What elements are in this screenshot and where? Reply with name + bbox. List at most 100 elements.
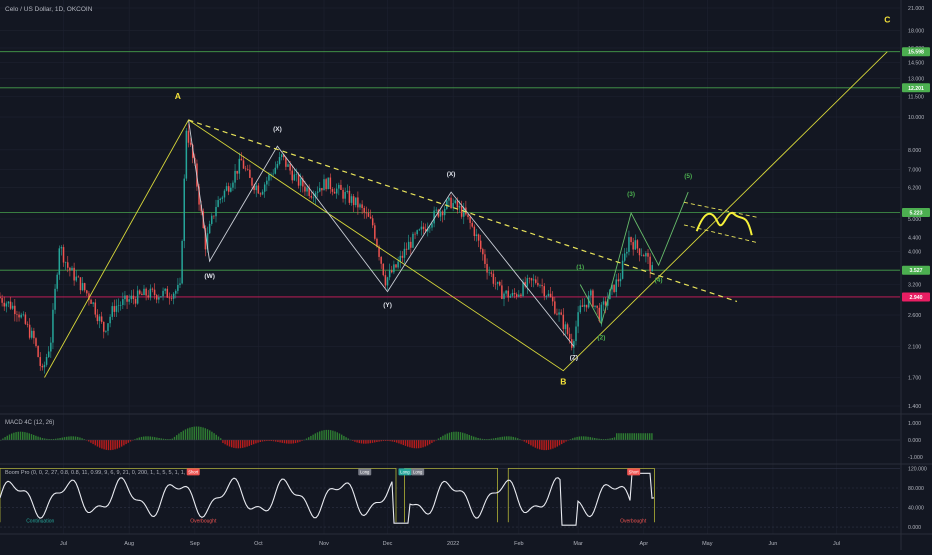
candle-body[interactable] (509, 295, 512, 298)
candle-body[interactable] (528, 278, 531, 279)
candle-body[interactable] (348, 190, 351, 203)
candle-body[interactable] (98, 316, 101, 322)
candle-body[interactable] (189, 142, 192, 145)
candle-body[interactable] (526, 278, 529, 287)
candle-body[interactable] (560, 312, 562, 315)
candle-body[interactable] (43, 364, 46, 368)
candle-body[interactable] (573, 341, 575, 348)
candle-body[interactable] (299, 178, 302, 186)
candle-body[interactable] (488, 272, 490, 274)
candle-body[interactable] (388, 270, 391, 278)
candle-body[interactable] (37, 345, 39, 358)
candle-body[interactable] (505, 290, 507, 294)
candle-body[interactable] (556, 313, 558, 315)
candle-body[interactable] (257, 185, 260, 194)
candle-body[interactable] (310, 195, 313, 198)
candle-body[interactable] (467, 214, 469, 218)
candle-body[interactable] (503, 293, 505, 299)
candle-body[interactable] (643, 255, 645, 257)
candle-body[interactable] (227, 186, 230, 192)
candle-body[interactable] (16, 314, 18, 315)
candle-body[interactable] (554, 301, 556, 314)
candle-body[interactable] (384, 275, 387, 286)
candle-body[interactable] (166, 288, 169, 298)
candle-body[interactable] (329, 177, 332, 190)
candle-body[interactable] (323, 179, 325, 191)
candle-body[interactable] (181, 240, 183, 284)
candle-body[interactable] (115, 305, 118, 312)
candle-body[interactable] (486, 263, 488, 273)
candle-body[interactable] (141, 293, 143, 296)
candle-body[interactable] (24, 314, 27, 324)
candle-body[interactable] (566, 324, 569, 334)
candle-body[interactable] (350, 196, 353, 203)
candle-body[interactable] (420, 226, 423, 230)
candle-body[interactable] (344, 191, 346, 199)
candle-body[interactable] (69, 267, 71, 271)
candle-body[interactable] (539, 285, 541, 286)
candle-body[interactable] (558, 312, 560, 315)
candle-body[interactable] (450, 197, 452, 209)
candle-body[interactable] (119, 304, 122, 306)
candle-body[interactable] (11, 305, 14, 309)
candle-body[interactable] (117, 305, 120, 306)
candle-body[interactable] (83, 283, 86, 291)
candle-body[interactable] (537, 282, 539, 286)
candle-body[interactable] (58, 248, 61, 275)
candle-body[interactable] (225, 186, 228, 191)
candle-body[interactable] (261, 191, 264, 195)
candle-body[interactable] (217, 200, 219, 207)
candle-body[interactable] (158, 297, 160, 300)
candle-body[interactable] (418, 229, 421, 231)
candle-body[interactable] (623, 253, 626, 261)
candle-body[interactable] (304, 186, 306, 192)
candle-body[interactable] (18, 314, 20, 318)
candle-body[interactable] (170, 298, 173, 299)
candle-body[interactable] (416, 230, 418, 235)
candle-body[interactable] (145, 288, 147, 296)
candle-body[interactable] (215, 206, 217, 217)
candle-body[interactable] (122, 299, 124, 305)
candle-body[interactable] (645, 253, 647, 257)
candle-body[interactable] (240, 158, 243, 161)
candle-body[interactable] (9, 301, 12, 309)
candle-body[interactable] (393, 264, 395, 273)
candle-body[interactable] (175, 290, 177, 294)
candle-body[interactable] (405, 248, 408, 250)
candle-body[interactable] (361, 204, 363, 208)
candle-body[interactable] (446, 200, 448, 209)
candle-body[interactable] (562, 314, 565, 330)
candle-body[interactable] (460, 206, 463, 217)
candle-body[interactable] (160, 296, 162, 298)
candle-body[interactable] (41, 365, 44, 368)
candle-body[interactable] (266, 180, 268, 185)
candle-body[interactable] (640, 255, 643, 256)
candle-body[interactable] (501, 285, 503, 299)
candle-body[interactable] (126, 295, 128, 302)
candle-body[interactable] (272, 173, 274, 175)
candle-body[interactable] (363, 207, 365, 213)
candle-body[interactable] (251, 177, 253, 186)
candle-body[interactable] (327, 177, 329, 190)
candle-body[interactable] (109, 316, 111, 324)
candle-body[interactable] (276, 163, 279, 168)
candle-body[interactable] (242, 160, 245, 169)
candle-body[interactable] (147, 295, 149, 298)
candle-body[interactable] (579, 305, 581, 313)
candle-body[interactable] (386, 277, 389, 286)
candle-body[interactable] (230, 187, 232, 192)
candle-body[interactable] (111, 306, 113, 317)
candle-body[interactable] (71, 267, 73, 271)
candle-body[interactable] (638, 248, 641, 256)
candle-body[interactable] (422, 226, 425, 229)
candle-body[interactable] (31, 330, 33, 338)
candle-body[interactable] (289, 164, 291, 171)
candle-body[interactable] (492, 273, 495, 284)
candle-body[interactable] (651, 265, 653, 272)
candle-body[interactable] (549, 293, 552, 298)
candle-body[interactable] (86, 290, 88, 294)
candle-body[interactable] (316, 191, 319, 193)
candle-body[interactable] (355, 197, 357, 206)
candle-body[interactable] (634, 240, 637, 250)
candle-body[interactable] (39, 357, 41, 366)
